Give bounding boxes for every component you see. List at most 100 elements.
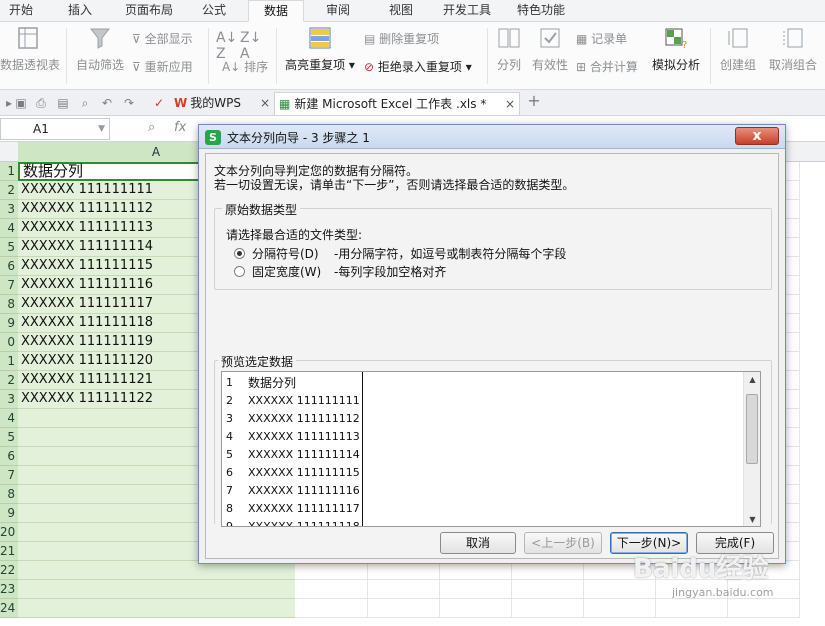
zoom-icon[interactable]: ⌕ [148,120,155,135]
grid-cell[interactable] [440,580,512,599]
undo-icon[interactable]: ↶ [100,96,114,110]
scroll-up-icon[interactable]: ▲ [744,372,760,388]
ribbon-divider [487,28,488,84]
row-header[interactable]: 7 [0,276,18,295]
row-header[interactable]: 1 [0,162,18,181]
grid-cell[interactable] [656,599,728,618]
highlight-duplicates-button[interactable]: 高亮重复项 ▾ [284,26,356,73]
name-box-value: A1 [33,122,49,136]
grid-cell[interactable] [295,580,368,599]
row-header[interactable]: 3 [0,390,18,409]
pivot-table-button[interactable]: 数据透视表 [0,26,60,73]
new-tab-icon[interactable]: + [526,93,542,109]
scroll-thumb[interactable] [746,394,758,464]
back-button[interactable]: <上一步(B) [524,532,602,554]
auto-filter-label: 自动筛选 [75,58,124,72]
split-button[interactable]: 分列 [492,26,526,73]
dialog-title-bar[interactable]: S 文本分列向导 - 3 步骤之 1 x [199,125,785,149]
doc-tab-excel[interactable]: ▦ 新建 Microsoft Excel 工作表 .xls * × [274,92,520,115]
wps-spreadsheet-icon: S [205,130,221,145]
row-header[interactable]: 6 [0,257,18,276]
grid-cell[interactable] [584,599,656,618]
tab-view[interactable]: 视图 [378,0,424,22]
fixed-width-option-name[interactable]: 固定宽度(W) [252,263,321,280]
split-label: 分列 [496,58,521,72]
create-group-button[interactable]: 创建组 [716,26,760,73]
customize-icon[interactable]: ✓ [152,96,166,110]
name-box[interactable]: A1 ▼ [0,118,110,140]
cancel-button[interactable]: 取消 [440,532,516,554]
scroll-down-icon[interactable]: ▼ [744,512,760,526]
grid-cell[interactable] [368,599,440,618]
ribbon-tab-bar: 开始 插入 页面布局 公式 数据 审阅 视图 开发工具 特色功能 [0,0,825,22]
tab-review[interactable]: 审阅 [314,0,362,22]
row-header[interactable]: 24 [0,599,18,618]
row-header[interactable]: 4 [0,219,18,238]
tab-formulas[interactable]: 公式 [192,0,236,22]
save-icon[interactable]: ▣ [14,96,28,110]
row-header[interactable]: 8 [0,485,18,504]
tab-home[interactable]: 开始 [0,0,42,22]
tab-developer[interactable]: 开发工具 [436,0,498,22]
grid-cell[interactable] [295,599,368,618]
auto-filter-button[interactable]: 自动筛选 [74,26,126,73]
grid-cell[interactable] [512,599,584,618]
row-header[interactable]: 2 [0,181,18,200]
sort-button[interactable]: A↓ 排序 [222,58,268,75]
ungroup-button[interactable]: 取消组合 [764,26,822,73]
row-header[interactable]: 6 [0,447,18,466]
validation-button[interactable]: 有效性 [530,26,570,73]
grid-cell[interactable] [440,599,512,618]
tab-special[interactable]: 特色功能 [510,0,572,22]
close-icon[interactable]: × [260,92,270,114]
close-icon[interactable]: × [505,93,515,115]
grid-cell[interactable] [728,599,800,618]
row-header[interactable]: 7 [0,466,18,485]
row-header[interactable]: 21 [0,542,18,561]
delete-duplicates-button[interactable]: ▤ 删除重复项 [364,30,439,47]
export-pdf-icon[interactable]: ⎙ [34,96,48,110]
grid-cell[interactable] [512,580,584,599]
row-header[interactable]: 1 [0,352,18,371]
row-header[interactable]: 0 [0,333,18,352]
row-header[interactable]: 2 [0,371,18,390]
fx-label[interactable]: fx [174,120,186,135]
row-header[interactable]: 8 [0,295,18,314]
doc-tab-my-wps[interactable]: W 我的WPS × [172,92,272,115]
split-icon [498,28,520,48]
print-preview-icon[interactable]: ⌕ [78,96,92,110]
consolidate-button[interactable]: ⊞ 合并计算 [576,58,638,75]
row-header[interactable]: 9 [0,314,18,333]
row-header[interactable]: 3 [0,200,18,219]
row-header[interactable]: 20 [0,523,18,542]
row-header[interactable]: 22 [0,561,18,580]
redo-icon[interactable]: ↷ [122,96,136,110]
delimited-option-name[interactable]: 分隔符号(D) [252,245,319,262]
cell-a[interactable] [18,580,295,599]
tab-data[interactable]: 数据 [248,0,304,22]
data-preview[interactable]: 1 数据分列 2 XXXXXX 111111111 3 XXXXXX 111111112 4… [221,371,761,527]
reapply-icon: ⊽ [132,60,141,74]
what-if-analysis-button[interactable]: ? 模拟分析 [648,26,704,73]
quick-access-bar: ▸ ▣ ⎙ ▤ ⌕ ↶ ↷ ✓ W 我的WPS × ▦ 新建 Microsoft E… [0,90,825,116]
row-header[interactable]: 5 [0,238,18,257]
dropdown-arrow-icon: ▾ [465,60,472,74]
row-header[interactable]: 9 [0,504,18,523]
reject-duplicates-button[interactable]: ⊘ 拒绝录入重复项 ▾ [364,58,472,75]
dialog-close-button[interactable]: x [735,127,779,145]
fixed-width-radio[interactable] [234,266,245,277]
preview-scrollbar[interactable]: ▲ ▼ [743,372,760,526]
row-header[interactable]: 5 [0,428,18,447]
grid-cell[interactable] [368,580,440,599]
print-icon[interactable]: ▤ [56,96,70,110]
cell-a[interactable] [18,599,295,618]
show-all-button[interactable]: ⊽ 全部显示 [132,30,193,47]
tab-insert[interactable]: 插入 [56,0,104,22]
row-header[interactable]: 23 [0,580,18,599]
delimited-radio[interactable] [234,248,245,259]
row-header[interactable]: 4 [0,409,18,428]
reapply-button[interactable]: ⊽ 重新应用 [132,58,193,75]
record-form-button[interactable]: ▦ 记录单 [576,30,627,47]
tab-page-layout[interactable]: 页面布局 [118,0,180,22]
validation-icon [540,28,560,48]
